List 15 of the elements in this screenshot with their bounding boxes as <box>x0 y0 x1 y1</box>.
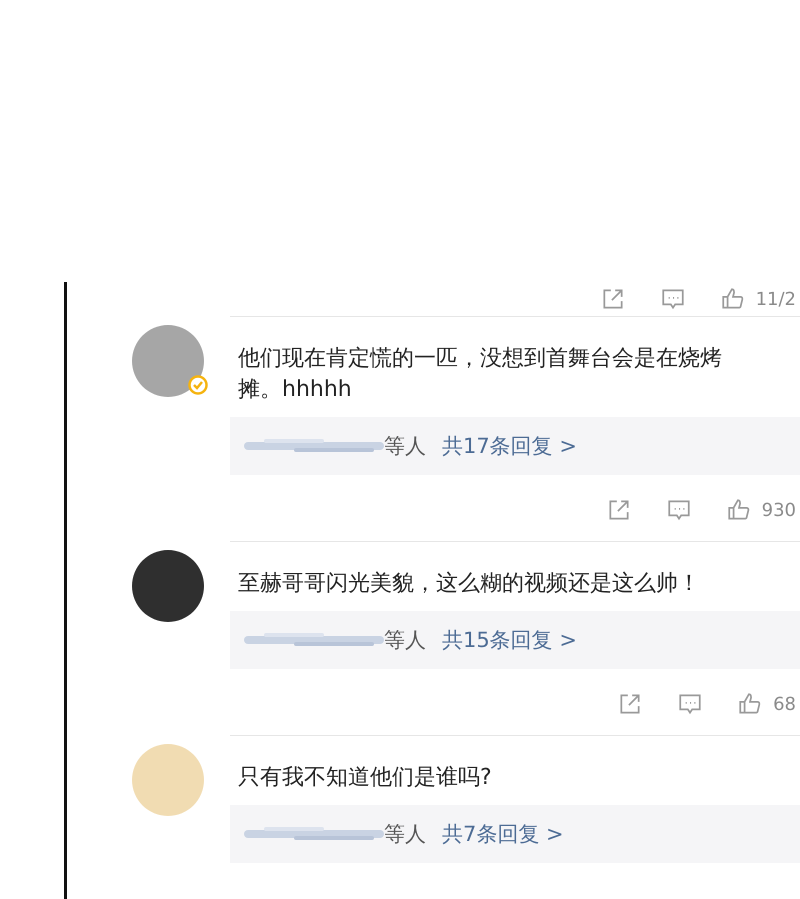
like-count: 68 <box>773 694 796 714</box>
comment-text: 至赫哥哥闪光美貌，这么糊的视频还是这么帅！ <box>237 570 701 598</box>
comment-text: 他们现在肯定慌的一匹，没想到首舞台会是在烧烤摊。hhhhh <box>237 345 723 404</box>
reply-link[interactable]: 共15条回复 > <box>442 626 577 654</box>
like-count: 11/2 <box>756 288 796 310</box>
reply-link[interactable]: 共17条回复 > <box>442 432 577 460</box>
reply-people: 等人 <box>384 433 426 460</box>
reply-summary[interactable]: 等人 共17条回复 > <box>230 417 800 475</box>
reply-people: 等人 <box>384 821 426 848</box>
reply-summary[interactable]: 等人 共7条回复 > <box>230 805 800 863</box>
reply-summary[interactable]: 等人 共15条回复 > <box>230 611 800 669</box>
comment-text: 只有我不知道他们是谁吗? <box>237 764 493 792</box>
reply-link[interactable]: 共7条回复 > <box>442 820 564 848</box>
like-count: 930 <box>762 500 796 520</box>
reply-people: 等人 <box>384 627 426 654</box>
